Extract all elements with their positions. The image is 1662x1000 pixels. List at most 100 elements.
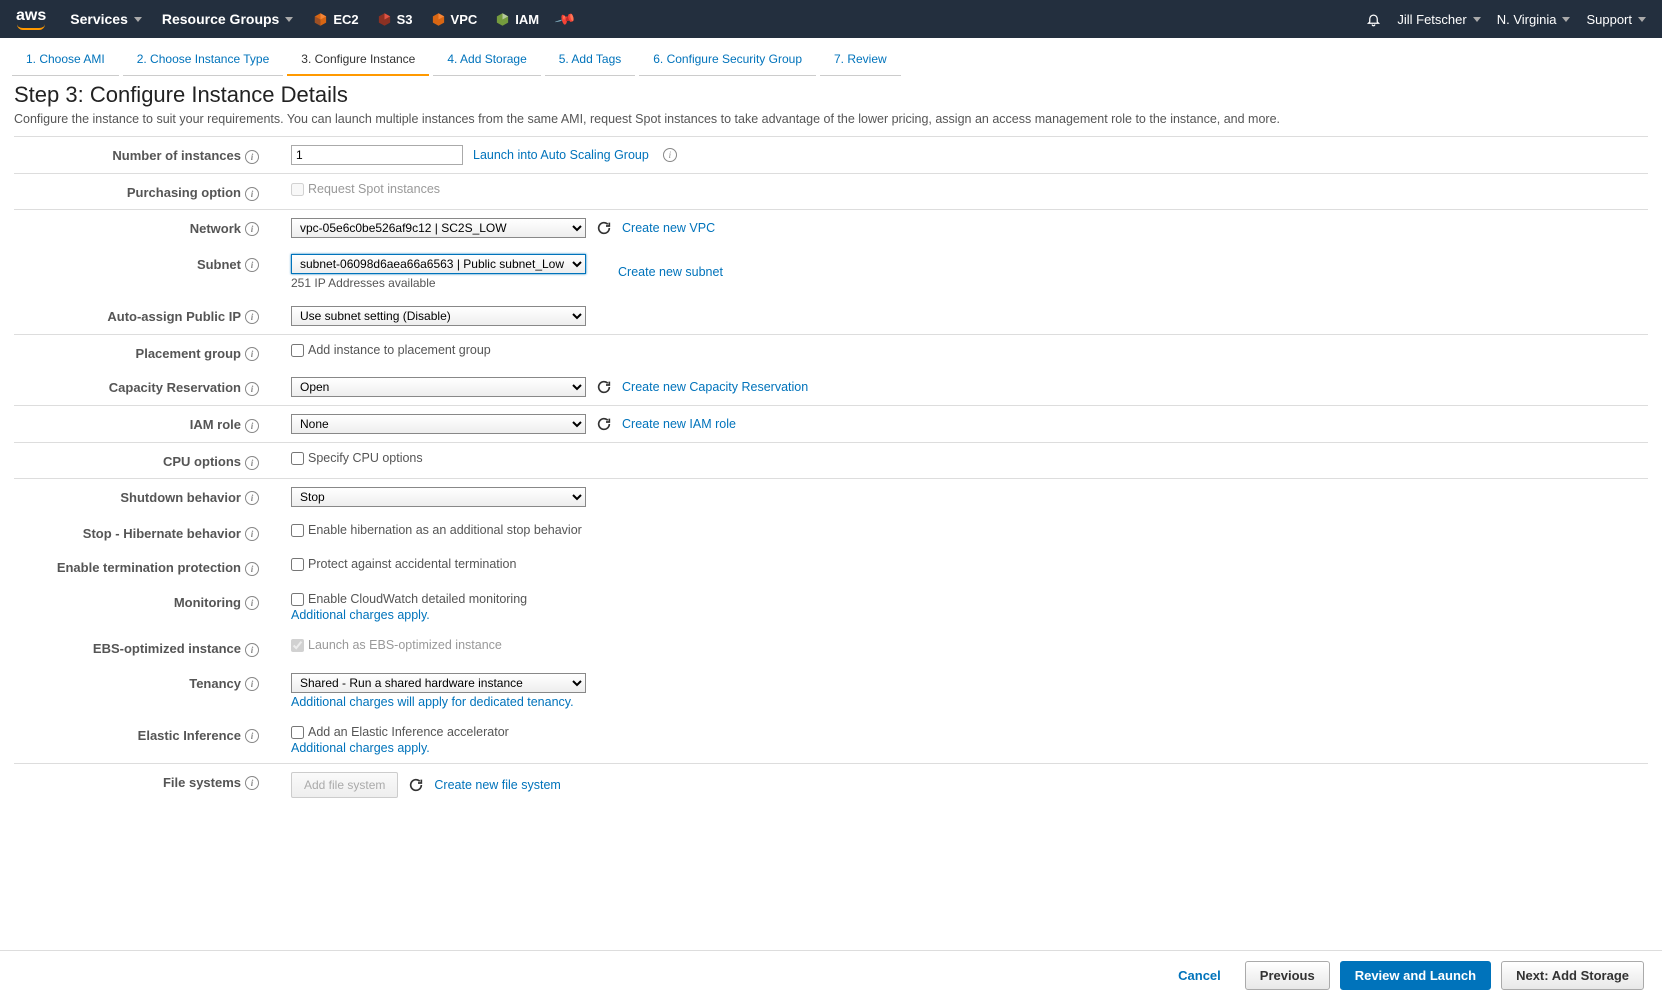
tab-add-tags[interactable]: 5. Add Tags — [545, 48, 636, 76]
link-create-capacity[interactable]: Create new Capacity Reservation — [622, 380, 808, 394]
label-filesystems: File systems — [163, 775, 241, 790]
shortcut-s3[interactable]: S3 — [377, 12, 413, 27]
link-tenancy-charges[interactable]: Additional charges will apply for dedica… — [291, 695, 574, 709]
label-network: Network — [190, 221, 241, 236]
wizard-tabs: 1. Choose AMI 2. Choose Instance Type 3.… — [0, 38, 1662, 76]
chevron-down-icon — [1473, 17, 1481, 22]
region-menu[interactable]: N. Virginia — [1497, 12, 1571, 27]
refresh-icon[interactable] — [596, 379, 612, 395]
info-icon[interactable]: i — [245, 527, 259, 541]
vpc-icon — [431, 12, 446, 27]
termination-protection-checkbox[interactable] — [291, 558, 304, 571]
support-menu[interactable]: Support — [1586, 12, 1646, 27]
info-icon[interactable]: i — [245, 456, 259, 470]
elastic-inference-checkbox[interactable] — [291, 726, 304, 739]
link-create-subnet[interactable]: Create new subnet — [618, 265, 723, 279]
services-menu[interactable]: Services — [70, 11, 142, 27]
info-icon[interactable]: i — [245, 491, 259, 505]
refresh-icon[interactable] — [596, 416, 612, 432]
shortcut-vpc[interactable]: VPC — [431, 12, 478, 27]
add-file-system-button: Add file system — [291, 772, 398, 798]
shortcut-iam[interactable]: IAM — [495, 12, 539, 27]
next-button[interactable]: Next: Add Storage — [1501, 961, 1644, 990]
pin-shortcut[interactable]: 📌 — [557, 11, 574, 28]
link-auto-scaling[interactable]: Launch into Auto Scaling Group — [473, 148, 649, 162]
info-icon[interactable]: i — [245, 729, 259, 743]
number-of-instances-input[interactable] — [291, 145, 463, 165]
top-navigation: aws Services Resource Groups EC2 S3 VPC … — [0, 0, 1662, 38]
label-hibernate: Stop - Hibernate behavior — [83, 526, 241, 541]
tab-security-group[interactable]: 6. Configure Security Group — [639, 48, 816, 76]
label-termination: Enable termination protection — [57, 560, 241, 575]
account-menu[interactable]: Jill Fetscher — [1397, 12, 1480, 27]
chevron-down-icon — [134, 17, 142, 22]
monitoring-checkbox[interactable] — [291, 593, 304, 606]
label-purchasing: Purchasing option — [127, 185, 241, 200]
pin-icon: 📌 — [554, 7, 578, 30]
subnet-select[interactable]: subnet-06098d6aea66a6563 | Public subnet… — [291, 254, 586, 274]
iam-icon — [495, 12, 510, 27]
info-icon[interactable]: i — [245, 677, 259, 691]
s3-icon — [377, 12, 392, 27]
refresh-icon[interactable] — [408, 777, 424, 793]
info-icon[interactable]: i — [245, 310, 259, 324]
label-iam: IAM role — [190, 417, 241, 432]
info-icon[interactable]: i — [245, 258, 259, 272]
ec2-icon — [313, 12, 328, 27]
label-auto-public-ip: Auto-assign Public IP — [107, 309, 241, 324]
info-icon[interactable]: i — [245, 643, 259, 657]
tab-review[interactable]: 7. Review — [820, 48, 901, 76]
link-create-iam-role[interactable]: Create new IAM role — [622, 417, 736, 431]
tenancy-select[interactable]: Shared - Run a shared hardware instance — [291, 673, 586, 693]
chevron-down-icon — [1562, 17, 1570, 22]
aws-logo[interactable]: aws — [16, 8, 46, 30]
page-subtitle: Configure the instance to suit your requ… — [14, 112, 1648, 126]
label-shutdown: Shutdown behavior — [120, 490, 241, 505]
label-elastic: Elastic Inference — [138, 728, 241, 743]
tab-choose-ami[interactable]: 1. Choose AMI — [12, 48, 119, 76]
spot-instances-checkbox — [291, 183, 304, 196]
info-icon[interactable]: i — [245, 596, 259, 610]
bell-icon — [1366, 12, 1381, 27]
hibernate-checkbox[interactable] — [291, 524, 304, 537]
label-subnet: Subnet — [197, 257, 241, 272]
review-launch-button[interactable]: Review and Launch — [1340, 961, 1491, 990]
shortcut-ec2[interactable]: EC2 — [313, 12, 358, 27]
shutdown-behavior-select[interactable]: Stop — [291, 487, 586, 507]
refresh-icon[interactable] — [596, 220, 612, 236]
resource-groups-menu[interactable]: Resource Groups — [162, 11, 293, 27]
link-create-vpc[interactable]: Create new VPC — [622, 221, 715, 235]
cpu-options-checkbox[interactable] — [291, 452, 304, 465]
auto-public-ip-select[interactable]: Use subnet setting (Disable) — [291, 306, 586, 326]
info-icon[interactable]: i — [245, 382, 259, 396]
cancel-button[interactable]: Cancel — [1164, 962, 1235, 989]
network-select[interactable]: vpc-05e6c0be526af9c12 | SC2S_LOW — [291, 218, 586, 238]
label-capacity: Capacity Reservation — [109, 380, 241, 395]
capacity-reservation-select[interactable]: Open — [291, 377, 586, 397]
tab-add-storage[interactable]: 4. Add Storage — [433, 48, 540, 76]
link-monitoring-charges[interactable]: Additional charges apply. — [291, 608, 430, 622]
info-icon[interactable]: i — [663, 148, 677, 162]
chevron-down-icon — [1638, 17, 1646, 22]
info-icon[interactable]: i — [245, 562, 259, 576]
info-icon[interactable]: i — [245, 347, 259, 361]
info-icon[interactable]: i — [245, 419, 259, 433]
placement-group-checkbox[interactable] — [291, 344, 304, 357]
info-icon[interactable]: i — [245, 187, 259, 201]
info-icon[interactable]: i — [245, 150, 259, 164]
link-create-filesystem[interactable]: Create new file system — [434, 778, 560, 792]
previous-button[interactable]: Previous — [1245, 961, 1330, 990]
label-placement: Placement group — [136, 346, 241, 361]
info-icon[interactable]: i — [245, 222, 259, 236]
iam-role-select[interactable]: None — [291, 414, 586, 434]
label-tenancy: Tenancy — [189, 676, 241, 691]
label-cpu: CPU options — [163, 454, 241, 469]
notifications[interactable] — [1366, 12, 1381, 27]
tab-configure-instance[interactable]: 3. Configure Instance — [287, 48, 429, 76]
link-elastic-charges[interactable]: Additional charges apply. — [291, 741, 430, 755]
tab-choose-instance-type[interactable]: 2. Choose Instance Type — [123, 48, 284, 76]
chevron-down-icon — [285, 17, 293, 22]
subnet-helper: 251 IP Addresses available — [291, 276, 436, 290]
info-icon[interactable]: i — [245, 776, 259, 790]
label-instances: Number of instances — [112, 148, 241, 163]
